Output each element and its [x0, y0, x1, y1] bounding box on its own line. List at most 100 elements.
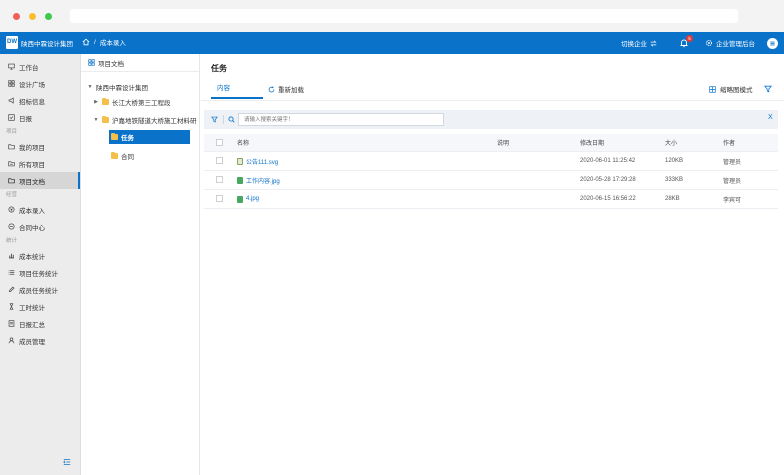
tree-node-yangtze[interactable]: ▶ 长江大桥第三工程段 — [93, 95, 171, 109]
folder-icon — [111, 132, 118, 140]
tab-divider — [201, 100, 784, 101]
sidebar-item-tender-info[interactable]: 招标信息 — [0, 92, 80, 109]
sidebar-item-cost-stats[interactable]: 成本统计 — [0, 247, 80, 264]
sidebar-item-daily-report[interactable]: 日报 — [0, 109, 80, 126]
sidebar-item-member-task-stats[interactable]: 成员任务统计 — [0, 281, 80, 298]
logo: DW — [6, 36, 18, 49]
megaphone-icon — [8, 97, 14, 104]
home-icon[interactable] — [82, 38, 90, 46]
tab-content[interactable]: 内容 — [211, 83, 263, 99]
column-header-date[interactable]: 修改日期 — [580, 134, 604, 151]
select-all-checkbox[interactable] — [216, 139, 223, 146]
row-checkbox[interactable] — [216, 176, 223, 183]
caret-down-icon[interactable]: ▼ — [93, 117, 99, 123]
sidebar-item-label: 成本录入 — [19, 207, 45, 215]
file-size: 120KB — [665, 158, 684, 164]
sidebar-group-stats: 统计 — [6, 238, 18, 244]
tree-node-contract[interactable]: 合同 — [111, 149, 134, 163]
file-link[interactable]: 4.jpg — [246, 196, 259, 202]
column-header-size[interactable]: 大小 — [665, 134, 677, 151]
switch-company-label: 切换企业 — [621, 41, 647, 48]
table-row[interactable]: 公告111.svg 2020-06-01 11:25:42 120KB 管理员 — [204, 152, 778, 171]
column-header-name[interactable]: 名称 — [237, 134, 249, 151]
tree-node-shanghai-metro[interactable]: ▼ 沪嘉地铁隧道大桥施工材料研 — [93, 113, 197, 127]
table-row[interactable]: 工作内容.jpg 2020-05-28 17:29:28 333KB 管理员 — [204, 171, 778, 190]
browser-chrome — [0, 0, 784, 32]
table-header-row: 名称 说明 修改日期 大小 作者 — [204, 134, 778, 152]
sidebar-item-project-task-stats[interactable]: 项目任务统计 — [0, 264, 80, 281]
close-search-button[interactable]: X — [768, 114, 773, 121]
column-header-author[interactable]: 作者 — [723, 134, 735, 151]
sidebar-item-work-hours[interactable]: 工时统计 — [0, 298, 80, 315]
table-row[interactable]: 4.jpg 2020-06-15 16:56:22 28KB 李宾可 — [204, 190, 778, 209]
sidebar-item-label: 所有项目 — [19, 161, 45, 169]
sidebar-item-contract-center[interactable]: 合同中心 — [0, 218, 80, 235]
sidebar-item-label: 设计广场 — [19, 81, 45, 89]
address-bar[interactable] — [70, 9, 738, 23]
users-icon — [8, 337, 15, 344]
maximize-window-button[interactable] — [45, 13, 52, 20]
row-checkbox[interactable] — [216, 157, 223, 164]
sidebar-item-cost-entry[interactable]: 成本录入 — [0, 201, 80, 218]
document-folder-icon — [8, 178, 15, 184]
file-link[interactable]: 公告111.svg — [246, 157, 278, 166]
topbar-actions: 切换企业 5 企业管理后台 — [621, 35, 778, 51]
filter-icon[interactable] — [764, 85, 772, 93]
reload-button[interactable]: 重新加载 — [268, 83, 304, 95]
tree-header: 项目文档 — [81, 54, 199, 72]
sidebar-item-label: 工时统计 — [19, 304, 45, 312]
user-avatar[interactable] — [767, 37, 778, 49]
caret-down-icon[interactable]: ▼ — [87, 84, 93, 90]
notification-badge: 5 — [686, 35, 693, 42]
sidebar-item-label: 日报汇总 — [19, 321, 45, 329]
filter-icon[interactable] — [211, 116, 218, 123]
sidebar-item-label: 我的项目 — [19, 144, 45, 152]
sidebar-item-design-square[interactable]: 设计广场 — [0, 75, 80, 92]
file-link[interactable]: 工作内容.jpg — [246, 176, 280, 185]
thumbnail-mode-label: 缩略图模式 — [720, 87, 753, 94]
main-content: 任务 内容 重新加载 缩略图模式 X 名称 说明 修改日期 大小 — [201, 54, 784, 475]
row-checkbox[interactable] — [216, 195, 223, 202]
admin-console-button[interactable]: 企业管理后台 — [705, 38, 755, 48]
file-author: 李宾可 — [723, 197, 742, 204]
file-date: 2020-06-15 16:56:22 — [580, 196, 636, 202]
page-title: 任务 — [211, 64, 227, 73]
switch-company-button[interactable]: 切换企业 — [621, 38, 657, 48]
sidebar-item-member-management[interactable]: 成员管理 — [0, 332, 80, 349]
search-input[interactable] — [238, 113, 444, 126]
image-file-icon — [237, 195, 243, 203]
caret-right-icon[interactable]: ▶ — [93, 99, 99, 105]
minimize-window-button[interactable] — [29, 13, 36, 20]
check-box-icon — [8, 114, 15, 121]
contract-icon — [8, 223, 15, 230]
breadcrumb-current[interactable]: 成本录入 — [100, 37, 126, 47]
file-date: 2020-06-01 11:25:42 — [580, 158, 636, 164]
file-author: 管理员 — [723, 178, 742, 185]
collapse-sidebar-icon[interactable] — [63, 458, 71, 466]
sidebar: 工作台 设计广场 招标信息 日报 项目 我的项目 所有项目 项目文档 经营 成本… — [0, 54, 81, 475]
sidebar-item-my-projects[interactable]: 我的项目 — [0, 138, 80, 155]
sidebar-item-workbench[interactable]: 工作台 — [0, 58, 80, 75]
close-window-button[interactable] — [13, 13, 20, 20]
sidebar-item-label: 工作台 — [19, 64, 39, 72]
search-icon[interactable] — [228, 116, 235, 123]
svg-file-icon — [237, 157, 243, 165]
folder-icon — [102, 115, 109, 123]
refresh-icon — [268, 86, 275, 92]
sidebar-item-label: 招标信息 — [19, 98, 45, 106]
search-bar: X — [204, 110, 778, 129]
tree-node-label: 沪嘉地铁隧道大桥施工材料研 — [112, 118, 197, 125]
switch-icon — [650, 39, 657, 47]
sidebar-item-daily-summary[interactable]: 日报汇总 — [0, 315, 80, 332]
tree-node-root[interactable]: ▼ 陕西中霖设计集团 — [87, 80, 148, 94]
tree-node-task[interactable]: 任务 — [111, 130, 134, 144]
sidebar-item-project-docs[interactable]: 项目文档 — [0, 172, 80, 189]
sidebar-item-label: 成本统计 — [19, 253, 45, 261]
breadcrumb-separator: / — [94, 38, 96, 46]
folder-user-icon — [8, 144, 15, 150]
notification-button[interactable]: 5 — [679, 35, 693, 48]
column-header-desc[interactable]: 说明 — [497, 134, 509, 151]
org-name: 陕西中霖设计集团 — [21, 41, 73, 48]
thumbnail-mode-button[interactable]: 缩略图模式 — [709, 83, 753, 95]
sidebar-item-all-projects[interactable]: 所有项目 — [0, 155, 80, 172]
